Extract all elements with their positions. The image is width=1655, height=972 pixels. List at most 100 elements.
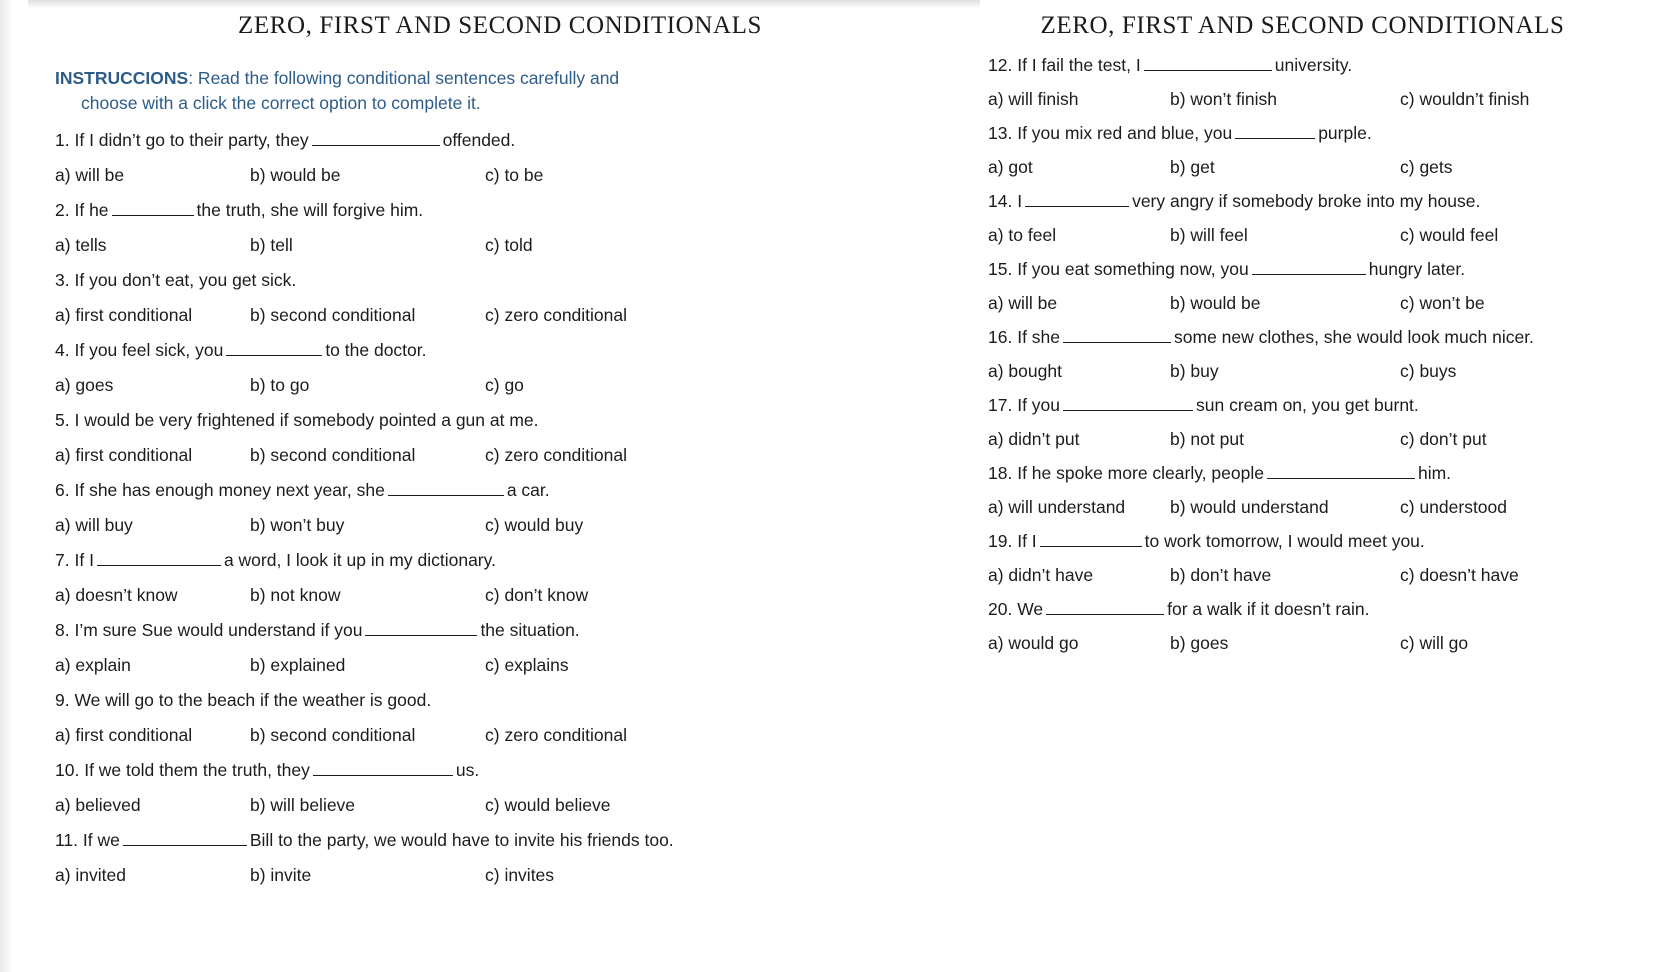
option-choice-a[interactable]: a) will finish: [988, 88, 1078, 110]
option-choice-c[interactable]: c) would buy: [485, 514, 583, 536]
option-choice-a[interactable]: a) doesn’t know: [55, 584, 178, 606]
answer-blank[interactable]: [111, 201, 194, 216]
option-choice-b[interactable]: b) won’t buy: [250, 514, 344, 536]
question-segment: a car.: [506, 480, 550, 500]
instructions-block: INSTRUCCIONS: Read the following conditi…: [0, 66, 980, 116]
option-choice-c[interactable]: c) to be: [485, 164, 543, 186]
question-number: 3.: [55, 270, 70, 290]
option-choice-a[interactable]: a) didn’t put: [988, 428, 1079, 450]
answer-blank[interactable]: [226, 341, 323, 356]
question-segment: him.: [1417, 463, 1452, 483]
question-number: 18.: [988, 463, 1013, 483]
option-row: a) first conditional b) second conditiona…: [55, 304, 950, 326]
option-choice-c[interactable]: c) wouldn’t finish: [1400, 88, 1529, 110]
answer-blank[interactable]: [96, 551, 221, 566]
question-segment: If you: [1017, 395, 1061, 415]
answer-blank[interactable]: [312, 761, 453, 776]
option-choice-c[interactable]: c) understood: [1400, 496, 1507, 518]
question-text: 13. If you mix red and blue, you purple.: [988, 122, 1645, 144]
option-row: a) goes b) to go c) go: [55, 374, 950, 396]
option-choice-a[interactable]: a) got: [988, 156, 1033, 178]
option-choice-a[interactable]: a) believed: [55, 794, 141, 816]
option-choice-c[interactable]: c) zero conditional: [485, 724, 627, 746]
option-choice-a[interactable]: a) didn’t have: [988, 564, 1093, 586]
option-choice-b[interactable]: b) not put: [1170, 428, 1244, 450]
question-segment: If I didn’t go to their party, they: [74, 130, 309, 150]
option-choice-b[interactable]: b) goes: [1170, 632, 1228, 654]
question-text: 14. Ivery angry if somebody broke into m…: [988, 190, 1645, 212]
answer-blank[interactable]: [1235, 124, 1316, 139]
option-choice-a[interactable]: a) first conditional: [55, 304, 192, 326]
option-choice-c[interactable]: c) explains: [485, 654, 569, 676]
option-choice-a[interactable]: a) bought: [988, 360, 1062, 382]
question-segment: We: [1017, 599, 1044, 619]
option-choice-b[interactable]: b) buy: [1170, 360, 1219, 382]
answer-blank[interactable]: [311, 131, 440, 146]
option-choice-a[interactable]: a) to feel: [988, 224, 1056, 246]
option-choice-c[interactable]: c) buys: [1400, 360, 1456, 382]
option-choice-c[interactable]: c) don’t put: [1400, 428, 1487, 450]
option-choice-a[interactable]: a) would go: [988, 632, 1078, 654]
option-choice-a[interactable]: a) will buy: [55, 514, 133, 536]
option-choice-b[interactable]: b) not know: [250, 584, 340, 606]
answer-blank[interactable]: [1063, 396, 1194, 411]
option-choice-c[interactable]: c) go: [485, 374, 524, 396]
option-choice-b[interactable]: b) second conditional: [250, 444, 415, 466]
option-choice-b[interactable]: b) will believe: [250, 794, 355, 816]
option-choice-c[interactable]: c) would believe: [485, 794, 610, 816]
option-choice-a[interactable]: a) will be: [55, 164, 124, 186]
option-choice-a[interactable]: a) will be: [988, 292, 1057, 314]
answer-blank[interactable]: [1251, 260, 1366, 275]
answer-blank[interactable]: [1266, 464, 1415, 479]
option-row: a) invited b) invite c) invites: [55, 864, 950, 886]
question-segment: If we: [82, 830, 120, 850]
option-choice-b[interactable]: b) second conditional: [250, 724, 415, 746]
question-segment: the truth, she will forgive him.: [196, 200, 424, 220]
option-choice-a[interactable]: a) explain: [55, 654, 131, 676]
option-row: a) doesn’t know b) not know c) don’t know: [55, 584, 950, 606]
option-choice-b[interactable]: b) get: [1170, 156, 1215, 178]
option-choice-b[interactable]: b) explained: [250, 654, 345, 676]
option-choice-b[interactable]: b) second conditional: [250, 304, 415, 326]
option-choice-a[interactable]: a) tells: [55, 234, 107, 256]
option-choice-b[interactable]: b) invite: [250, 864, 311, 886]
option-choice-b[interactable]: b) don’t have: [1170, 564, 1271, 586]
option-choice-a[interactable]: a) will understand: [988, 496, 1125, 518]
option-choice-a[interactable]: a) invited: [55, 864, 126, 886]
answer-blank[interactable]: [1039, 532, 1142, 547]
question-segment: I’m sure Sue would understand if you: [74, 620, 363, 640]
question-segment: university.: [1274, 55, 1353, 75]
option-choice-a[interactable]: a) first conditional: [55, 444, 192, 466]
answer-blank[interactable]: [1063, 328, 1172, 343]
question-text: 6. If she has enough money next year, sh…: [55, 479, 950, 501]
option-choice-b[interactable]: b) to go: [250, 374, 309, 396]
question-segment: I: [1017, 191, 1023, 211]
answer-blank[interactable]: [365, 621, 478, 636]
option-choice-a[interactable]: a) first conditional: [55, 724, 192, 746]
option-choice-c[interactable]: c) gets: [1400, 156, 1453, 178]
answer-blank[interactable]: [1143, 56, 1272, 71]
option-choice-b[interactable]: b) would be: [250, 164, 340, 186]
option-choice-c[interactable]: c) would feel: [1400, 224, 1498, 246]
option-choice-c[interactable]: c) will go: [1400, 632, 1468, 654]
answer-blank[interactable]: [1025, 192, 1130, 207]
question-text: 9. We will go to the beach if the weathe…: [55, 689, 950, 711]
option-choice-a[interactable]: a) goes: [55, 374, 113, 396]
option-choice-b[interactable]: b) would understand: [1170, 496, 1329, 518]
answer-blank[interactable]: [1046, 600, 1165, 615]
option-choice-c[interactable]: c) don’t know: [485, 584, 588, 606]
option-choice-c[interactable]: c) zero conditional: [485, 304, 627, 326]
answer-blank[interactable]: [122, 831, 247, 846]
option-choice-b[interactable]: b) would be: [1170, 292, 1260, 314]
option-choice-c[interactable]: c) won’t be: [1400, 292, 1485, 314]
question-segment: us.: [455, 760, 480, 780]
option-choice-b[interactable]: b) won’t finish: [1170, 88, 1277, 110]
option-choice-c[interactable]: c) zero conditional: [485, 444, 627, 466]
option-choice-c[interactable]: c) invites: [485, 864, 554, 886]
option-choice-b[interactable]: b) tell: [250, 234, 293, 256]
answer-blank[interactable]: [387, 481, 504, 496]
option-choice-b[interactable]: b) will feel: [1170, 224, 1248, 246]
option-choice-c[interactable]: c) told: [485, 234, 533, 256]
option-row: a) believed b) will believe c) would belie…: [55, 794, 950, 816]
option-choice-c[interactable]: c) doesn’t have: [1400, 564, 1519, 586]
